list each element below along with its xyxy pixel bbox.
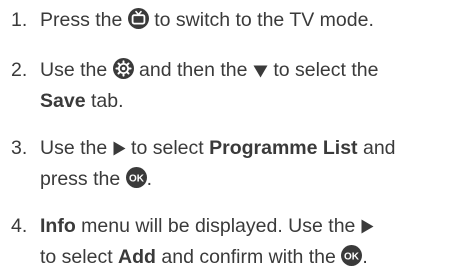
svg-text:OK: OK bbox=[129, 173, 145, 184]
svg-text:OK: OK bbox=[344, 251, 360, 262]
step-number: 4. bbox=[11, 215, 28, 237]
down-arrow-icon bbox=[253, 58, 268, 87]
step-text: Press the to switch to the TV mode. bbox=[40, 8, 374, 31]
step-text: Info menu will be displayed. Use the to … bbox=[40, 212, 468, 271]
instruction-steps: 1. Press the to switch to the TV mode. 2… bbox=[0, 0, 473, 269]
ok-button-icon: OK bbox=[341, 244, 363, 266]
tv-mode-button-icon bbox=[127, 8, 149, 29]
step-number: 1. bbox=[11, 9, 28, 31]
step-number: 3. bbox=[11, 137, 28, 159]
right-arrow-icon bbox=[361, 214, 374, 243]
ok-button-icon: OK bbox=[125, 166, 147, 188]
step-text: Use the and then the to select the Save … bbox=[40, 58, 379, 112]
step-number: 2. bbox=[11, 59, 28, 81]
right-arrow-icon bbox=[113, 136, 126, 165]
settings-gear-button-icon bbox=[112, 58, 134, 79]
step-text: Use the to select Programme List and pre… bbox=[40, 136, 396, 190]
